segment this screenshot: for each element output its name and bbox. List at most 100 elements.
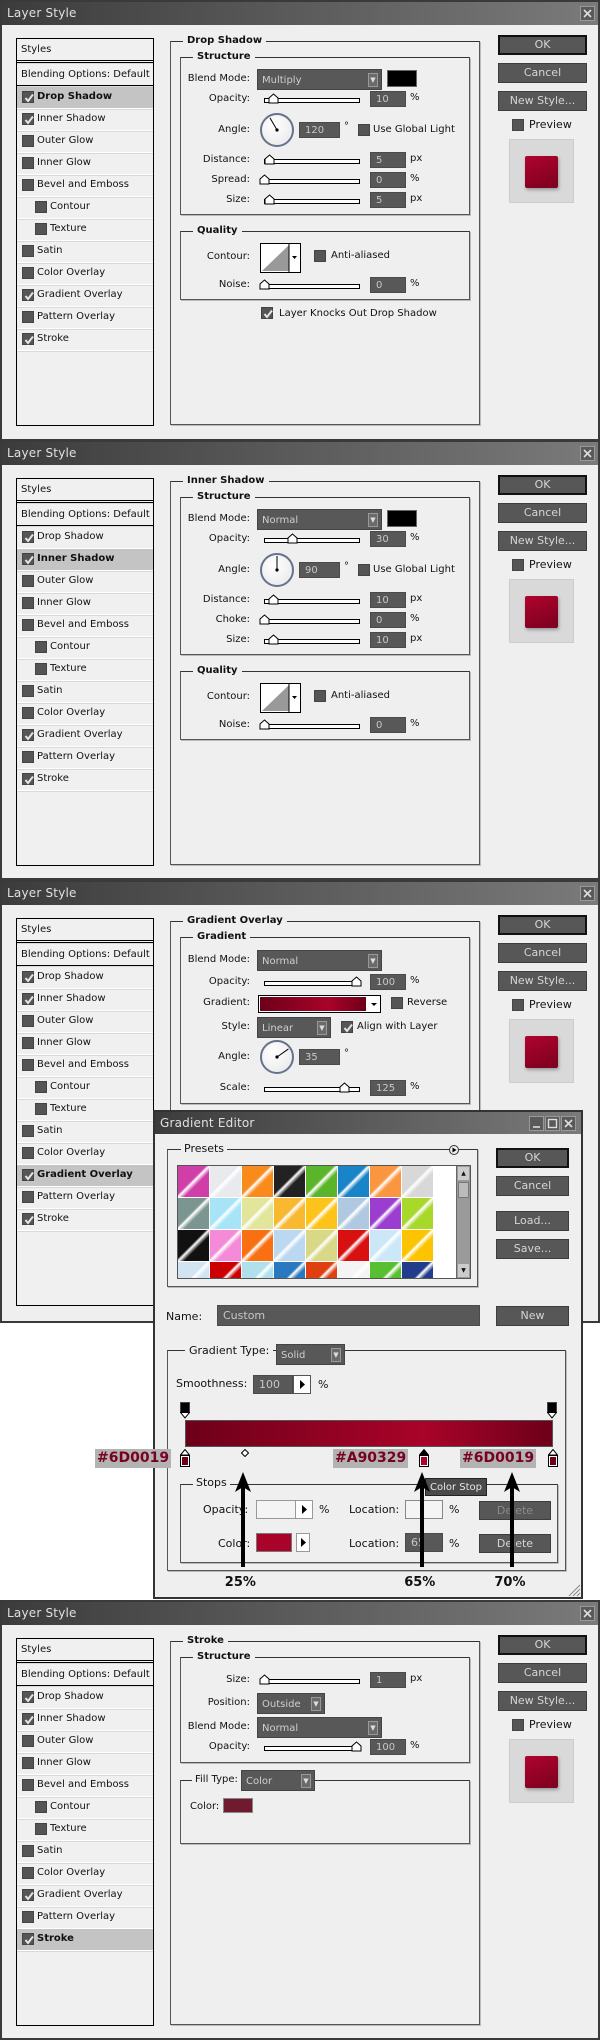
contour-picker[interactable] <box>260 683 301 713</box>
blending-options-item[interactable]: Blending Options: Default <box>17 504 153 526</box>
anti-aliased-checkbox[interactable] <box>314 690 326 702</box>
distance-input[interactable]: 5 <box>370 152 406 168</box>
style-checkbox[interactable] <box>22 1015 34 1027</box>
style-item-texture[interactable]: Texture <box>17 219 153 241</box>
style-item-contour[interactable]: Contour <box>17 1797 153 1819</box>
size-slider-thumb[interactable] <box>259 1674 270 1685</box>
scroll-down-icon[interactable]: ▼ <box>458 1264 469 1277</box>
resize-grip[interactable] <box>567 1582 581 1597</box>
size-slider-thumb[interactable] <box>264 194 275 205</box>
preset-swatch[interactable] <box>210 1262 241 1278</box>
name-input[interactable]: Custom <box>217 1305 480 1326</box>
gradient-bar[interactable] <box>185 1420 553 1447</box>
opacity-slider-track[interactable] <box>264 1746 360 1751</box>
preset-swatch[interactable] <box>242 1230 273 1261</box>
preset-swatch[interactable] <box>242 1198 273 1229</box>
blend-mode-select[interactable]: Normal ▼ <box>257 509 382 530</box>
style-checkbox[interactable] <box>35 641 47 653</box>
style-checkbox[interactable] <box>22 751 34 763</box>
color-stop[interactable] <box>418 1448 430 1468</box>
spread-slider-thumb[interactable] <box>259 174 270 185</box>
style-checkbox[interactable] <box>22 531 34 543</box>
cancel-button[interactable]: Cancel <box>498 503 587 523</box>
size-slider-track[interactable] <box>264 1679 360 1684</box>
style-item-drop-shadow[interactable]: Drop Shadow <box>17 527 153 549</box>
style-checkbox[interactable] <box>22 971 34 983</box>
style-item-bevel-and-emboss[interactable]: Bevel and Emboss <box>17 1055 153 1077</box>
preset-swatch[interactable] <box>242 1262 273 1278</box>
ok-button[interactable]: OK <box>498 1635 587 1655</box>
new-style-button[interactable]: New Style... <box>498 1691 587 1711</box>
preset-swatch[interactable] <box>338 1166 369 1197</box>
opacity-stop[interactable] <box>179 1402 191 1419</box>
style-item-contour[interactable]: Contour <box>17 197 153 219</box>
use-global-light-checkbox[interactable] <box>358 124 370 136</box>
styles-header[interactable]: Styles <box>17 919 153 943</box>
scroll-up-icon[interactable]: ▲ <box>458 1167 469 1180</box>
style-item-color-overlay[interactable]: Color Overlay <box>17 263 153 285</box>
style-checkbox[interactable] <box>22 773 34 785</box>
style-item-bevel-and-emboss[interactable]: Bevel and Emboss <box>17 615 153 637</box>
style-checkbox[interactable] <box>35 1081 47 1093</box>
style-checkbox[interactable] <box>22 1933 34 1945</box>
style-checkbox[interactable] <box>22 333 34 345</box>
angle-input[interactable]: 120 <box>299 122 340 138</box>
blend-mode-select[interactable]: Normal ▼ <box>257 1717 382 1738</box>
style-checkbox[interactable] <box>35 663 47 675</box>
style-item-stroke[interactable]: Stroke <box>17 329 153 351</box>
blend-mode-select[interactable]: Multiply ▼ <box>257 69 382 90</box>
ok-button[interactable]: OK <box>496 1148 569 1168</box>
smoothness-arrow-button[interactable] <box>293 1375 311 1394</box>
style-item-outer-glow[interactable]: Outer Glow <box>17 571 153 593</box>
ok-button[interactable]: OK <box>498 35 587 55</box>
style-checkbox[interactable] <box>22 1147 34 1159</box>
load-button[interactable]: Load... <box>496 1211 569 1231</box>
style-item-gradient-overlay[interactable]: Gradient Overlay <box>17 725 153 747</box>
distance-slider-thumb[interactable] <box>268 594 279 605</box>
scale-input[interactable]: 125 <box>370 1080 406 1096</box>
style-checkbox[interactable] <box>22 1191 34 1203</box>
angle-dial[interactable] <box>260 553 294 587</box>
anti-aliased-checkbox[interactable] <box>314 250 326 262</box>
spread-slider-track[interactable] <box>264 179 360 184</box>
preset-swatch[interactable] <box>402 1262 433 1278</box>
style-item-texture[interactable]: Texture <box>17 1099 153 1121</box>
style-checkbox[interactable] <box>22 1735 34 1747</box>
styles-header[interactable]: Styles <box>17 1639 153 1663</box>
align-with-layer-checkbox[interactable] <box>341 1021 353 1033</box>
noise-input[interactable]: 0 <box>370 717 406 733</box>
style-item-pattern-overlay[interactable]: Pattern Overlay <box>17 307 153 329</box>
style-checkbox[interactable] <box>22 553 34 565</box>
style-item-drop-shadow[interactable]: Drop Shadow <box>17 87 153 109</box>
preset-swatch[interactable] <box>178 1230 209 1261</box>
gradient-type-select[interactable]: Solid ▼ <box>276 1344 345 1365</box>
noise-input[interactable]: 0 <box>370 277 406 293</box>
distance-slider-track[interactable] <box>264 159 360 164</box>
preset-swatch[interactable] <box>178 1262 209 1278</box>
preset-swatch[interactable] <box>402 1230 433 1261</box>
style-item-texture[interactable]: Texture <box>17 1819 153 1841</box>
style-item-texture[interactable]: Texture <box>17 659 153 681</box>
style-item-inner-shadow[interactable]: Inner Shadow <box>17 549 153 571</box>
opacity-slider-thumb[interactable] <box>268 93 279 104</box>
style-checkbox[interactable] <box>22 575 34 587</box>
style-checkbox[interactable] <box>22 179 34 191</box>
angle-input[interactable]: 90 <box>299 562 340 578</box>
stop-color-swatch[interactable] <box>256 1533 292 1552</box>
style-checkbox[interactable] <box>22 245 34 257</box>
layer-knocks-out-checkbox[interactable] <box>261 307 273 319</box>
cancel-button[interactable]: Cancel <box>496 1176 569 1196</box>
style-item-bevel-and-emboss[interactable]: Bevel and Emboss <box>17 175 153 197</box>
style-item-gradient-overlay[interactable]: Gradient Overlay <box>17 1885 153 1907</box>
style-item-gradient-overlay[interactable]: Gradient Overlay <box>17 1165 153 1187</box>
maximize-button[interactable] <box>545 1116 560 1131</box>
scale-slider-thumb[interactable] <box>339 1082 350 1093</box>
style-checkbox[interactable] <box>22 1889 34 1901</box>
ok-button[interactable]: OK <box>498 475 587 495</box>
style-item-satin[interactable]: Satin <box>17 1841 153 1863</box>
style-item-outer-glow[interactable]: Outer Glow <box>17 1011 153 1033</box>
size-slider-thumb[interactable] <box>268 634 279 645</box>
style-select[interactable]: Linear ▼ <box>257 1017 331 1038</box>
opacity-input[interactable]: 100 <box>370 974 406 990</box>
style-item-contour[interactable]: Contour <box>17 637 153 659</box>
